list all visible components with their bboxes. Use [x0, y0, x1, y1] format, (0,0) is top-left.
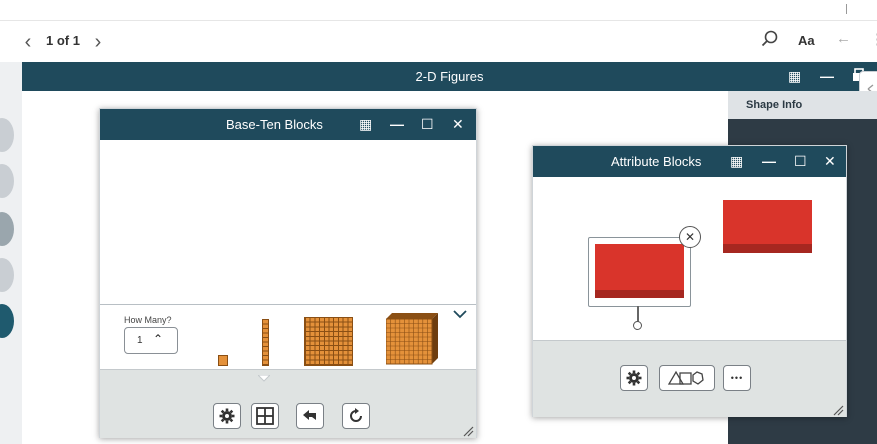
maximize-icon[interactable]: ☐ [794, 153, 807, 170]
reset-button[interactable] [342, 403, 370, 429]
rectangle-shadow [723, 244, 812, 253]
rectangle-shadow [595, 290, 684, 298]
attribute-titlebar[interactable]: Attribute Blocks ▦ — ☐ ✕ [533, 146, 846, 177]
settings-button[interactable] [620, 365, 648, 391]
base-ten-titlebar[interactable]: Base-Ten Blocks ▦ — ☐ ✕ [100, 109, 476, 140]
shapes-icon [667, 370, 704, 385]
more-button[interactable]: ••• [723, 365, 751, 391]
attribute-blocks-window: Attribute Blocks ▦ — ☐ ✕ ✕ ••• [532, 145, 847, 417]
grid-icon[interactable]: ▦ [730, 153, 743, 170]
attribute-tray: ••• [533, 340, 846, 417]
shape-info-title: Shape Info [746, 99, 803, 111]
next-page-button[interactable]: › [88, 30, 108, 54]
base-ten-tray [100, 369, 476, 438]
toolbar-separator [0, 20, 877, 21]
grid-icon[interactable]: ▦ [788, 68, 801, 85]
unit-block[interactable] [218, 355, 228, 366]
layout-button[interactable] [251, 403, 279, 429]
reset-icon [350, 408, 362, 422]
settings-button[interactable] [213, 403, 241, 429]
minimize-icon[interactable]: — [390, 116, 404, 132]
page-indicator: 1 of 1 [46, 33, 80, 48]
base-ten-blocks-window: Base-Ten Blocks ▦ — ☐ ✕ How Many? 1 ⌃ [99, 108, 477, 438]
attribute-title: Attribute Blocks [611, 154, 702, 169]
settings-icon [626, 370, 642, 386]
red-rectangle-block[interactable] [723, 200, 812, 244]
minimize-icon[interactable]: — [762, 153, 776, 169]
cube-block[interactable] [385, 313, 438, 365]
rotate-handle-stem [637, 306, 639, 322]
minimize-icon[interactable]: — [820, 68, 834, 84]
reader-toolbar [0, 0, 877, 62]
undo-button[interactable] [296, 403, 324, 429]
previous-page-button[interactable]: ‹ [18, 30, 38, 54]
app-title: 2-D Figures [415, 69, 484, 84]
back-button[interactable]: ← [836, 30, 851, 47]
palette-divider [100, 304, 476, 305]
grid-layout-icon [256, 407, 274, 425]
grid-icon[interactable]: ▦ [359, 116, 372, 133]
chevron-up-icon[interactable]: ⌃ [153, 332, 163, 346]
app-titlebar: 2-D Figures ▦ — [22, 62, 877, 91]
more-menu-button[interactable]: ⋮ [870, 30, 877, 48]
how-many-label: How Many? [124, 315, 172, 325]
settings-icon [219, 408, 235, 424]
maximize-icon[interactable]: ☐ [421, 116, 434, 133]
collapse-palette-button[interactable] [452, 307, 468, 321]
shapes-button[interactable] [659, 365, 715, 391]
undo-icon [303, 410, 316, 420]
delete-shape-button[interactable]: ✕ [679, 226, 701, 248]
resize-handle[interactable] [832, 403, 844, 416]
tray-notch [256, 369, 272, 382]
chevron-down-icon [453, 310, 467, 319]
search-icon [761, 30, 778, 47]
shape-info-header: Shape Info [728, 91, 877, 119]
how-many-stepper[interactable]: 1 ⌃ [124, 327, 178, 354]
how-many-value: 1 [137, 335, 143, 346]
flat-block[interactable] [304, 317, 353, 366]
text-size-button[interactable]: Aa [798, 33, 815, 48]
close-icon[interactable]: ✕ [824, 153, 836, 170]
toolbar-divider [846, 4, 847, 14]
close-icon[interactable]: ✕ [452, 116, 464, 133]
resize-handle[interactable] [462, 424, 474, 437]
base-ten-title: Base-Ten Blocks [226, 117, 323, 132]
rod-block[interactable] [262, 319, 269, 366]
search-button[interactable] [760, 29, 782, 51]
rotate-handle[interactable] [633, 321, 642, 330]
red-rectangle-block[interactable] [595, 244, 684, 290]
